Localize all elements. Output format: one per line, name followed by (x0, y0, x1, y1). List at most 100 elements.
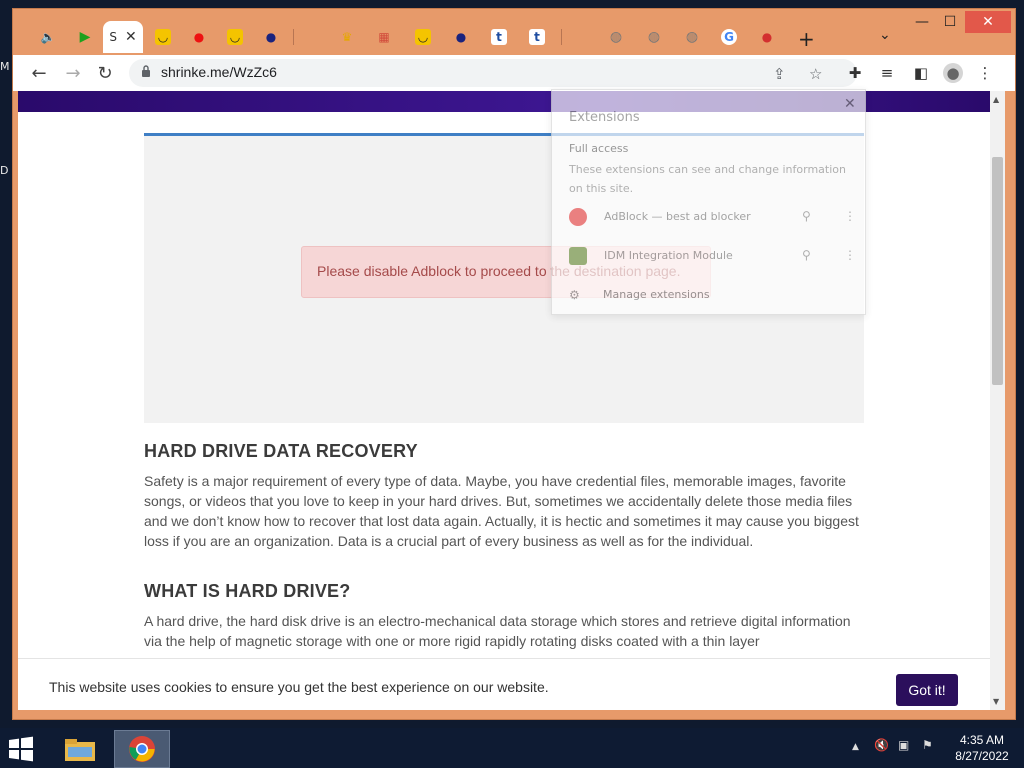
address-bar[interactable]: shrinke.me/WzZc6 ⇪ ☆ (129, 59, 857, 87)
extension-item-adblock[interactable]: AdBlock — best ad blocker ⚲ ⋮ (569, 206, 856, 230)
tab-16[interactable]: ◍ (597, 21, 635, 53)
desktop-edge-label-1: M (0, 60, 10, 73)
profile-avatar-icon[interactable]: ● (943, 63, 963, 83)
network-icon[interactable]: ▣ (898, 738, 909, 752)
side-panel-icon[interactable]: ◧ (911, 63, 931, 83)
globe-icon: ◍ (647, 29, 661, 45)
tumblr-icon: t (491, 29, 507, 45)
shield-icon: ● (761, 30, 773, 44)
tab-4[interactable]: ◡ (145, 21, 181, 53)
tab-separator (293, 29, 294, 45)
tab-7[interactable]: ● (253, 21, 289, 53)
blank-page-icon (574, 29, 590, 45)
tab-8[interactable] (299, 21, 329, 53)
section-text-data-recovery: Safety is a major requirement of every t… (144, 473, 859, 549)
taskbar: ▲ 🔇 ▣ ⚑ 4:35 AM 8/27/2022 (0, 728, 1024, 768)
media-controls-icon[interactable]: ≡ (877, 63, 897, 83)
extensions-puzzle-icon[interactable]: ✚ (845, 63, 865, 83)
section-heading-what-is-hard-drive: WHAT IS HARD DRIVE? (144, 581, 351, 601)
new-tab-button[interactable]: + (798, 27, 815, 51)
tray-overflow-icon[interactable]: ▲ (852, 742, 859, 752)
manage-extensions-button[interactable]: ⚙ Manage extensions (569, 288, 854, 308)
tab-13[interactable]: t (481, 21, 517, 53)
back-button[interactable]: ← (27, 61, 51, 85)
globe-icon: ◍ (685, 29, 699, 45)
tab-5[interactable]: ● (181, 21, 217, 53)
full-access-heading: Full access (569, 142, 629, 155)
smiley-icon: ◡ (415, 29, 431, 45)
image-icon: ▦ (378, 30, 390, 44)
tab-search-button[interactable]: ⌄ (879, 27, 891, 43)
forward-button[interactable]: → (61, 61, 85, 85)
action-center-icon[interactable]: ⚑ (922, 738, 933, 752)
pin-icon[interactable]: ⚲ (802, 209, 811, 223)
dot-icon: ● (455, 30, 467, 44)
cookie-consent-bar: This website uses cookies to ensure you … (18, 658, 990, 710)
tab-20[interactable]: ● (749, 21, 785, 53)
tab-close-icon[interactable]: ✕ (125, 29, 137, 45)
scroll-down-arrow-icon[interactable]: ▼ (993, 697, 999, 706)
tab-10[interactable]: ▦ (365, 21, 403, 53)
browser-toolbar: ← → ↻ shrinke.me/WzZc6 ⇪ ☆ ✚ ≡ ◧ ● ⋮ (13, 55, 1015, 91)
gear-icon: ⚙ (569, 288, 580, 302)
tab-11[interactable]: ◡ (405, 21, 441, 53)
clock-date: 8/27/2022 (955, 749, 1009, 763)
record-icon: ● (193, 30, 205, 44)
tab-17[interactable]: ◍ (635, 21, 673, 53)
close-window-button[interactable]: ✕ (965, 11, 1011, 33)
dot-icon: ● (265, 30, 277, 44)
taskbar-file-explorer[interactable] (52, 730, 108, 768)
maximize-button[interactable]: ☐ (933, 11, 967, 33)
taskbar-chrome[interactable] (114, 730, 170, 768)
more-options-icon[interactable]: ⋮ (844, 248, 856, 262)
tumblr-icon: t (529, 29, 545, 45)
tab-19[interactable]: G (711, 21, 747, 53)
tab-separator (561, 29, 562, 45)
windows-start-icon[interactable] (8, 736, 34, 762)
tab-9[interactable]: ♛ (329, 21, 365, 53)
cookie-message: This website uses cookies to ensure you … (49, 679, 549, 695)
tab-active-title: S (109, 30, 117, 44)
adblock-icon (569, 208, 587, 226)
lock-icon (142, 65, 150, 77)
extension-label: AdBlock — best ad blocker (604, 210, 751, 223)
speaker-icon: 🔈 (40, 30, 56, 44)
crown-icon: ♛ (341, 30, 353, 44)
idm-icon (569, 247, 587, 265)
tab-1[interactable]: 🔈 (29, 21, 67, 53)
scroll-up-arrow-icon[interactable]: ▲ (993, 95, 999, 104)
reload-button[interactable]: ↻ (93, 61, 117, 85)
extensions-popup-title: Extensions (569, 110, 640, 125)
section-text-what-is-hard-drive: A hard drive, the hard disk drive is an … (144, 613, 851, 649)
tab-18[interactable]: ◍ (673, 21, 711, 53)
extensions-popup: Extensions ✕ Full access These extension… (551, 89, 866, 315)
url-text[interactable]: shrinke.me/WzZc6 (161, 64, 277, 80)
page-scrollbar[interactable]: ▲ ▼ (990, 91, 1005, 710)
bookmark-star-icon[interactable]: ☆ (809, 65, 822, 83)
blank-page-icon (306, 29, 322, 45)
clock-time: 4:35 AM (959, 733, 1005, 747)
tab-15[interactable] (567, 21, 597, 53)
tab-6[interactable]: ◡ (217, 21, 253, 53)
tab-14[interactable]: t (519, 21, 555, 53)
desktop-edge-label-2: D (0, 164, 9, 177)
manage-extensions-label: Manage extensions (603, 288, 710, 301)
browser-menu-icon[interactable]: ⋮ (975, 63, 995, 83)
extension-label: IDM Integration Module (604, 249, 733, 262)
smiley-icon: ◡ (155, 29, 171, 45)
extension-item-idm[interactable]: IDM Integration Module ⚲ ⋮ (569, 245, 856, 269)
folder-icon (65, 739, 95, 761)
scrollbar-thumb[interactable] (992, 157, 1003, 385)
close-icon[interactable]: ✕ (844, 96, 856, 112)
play-icon: ▶ (79, 29, 91, 45)
pin-icon[interactable]: ⚲ (802, 248, 811, 262)
tab-active[interactable]: S ✕ (103, 21, 143, 53)
chrome-icon (129, 736, 155, 762)
cookie-accept-button[interactable]: Got it! (896, 674, 958, 706)
tab-12[interactable]: ● (443, 21, 479, 53)
more-options-icon[interactable]: ⋮ (844, 209, 856, 223)
tab-2[interactable]: ▶ (67, 21, 103, 53)
share-icon[interactable]: ⇪ (773, 65, 786, 83)
volume-muted-icon[interactable]: 🔇 (874, 738, 889, 752)
system-clock[interactable]: 4:35 AM 8/27/2022 (946, 732, 1018, 764)
